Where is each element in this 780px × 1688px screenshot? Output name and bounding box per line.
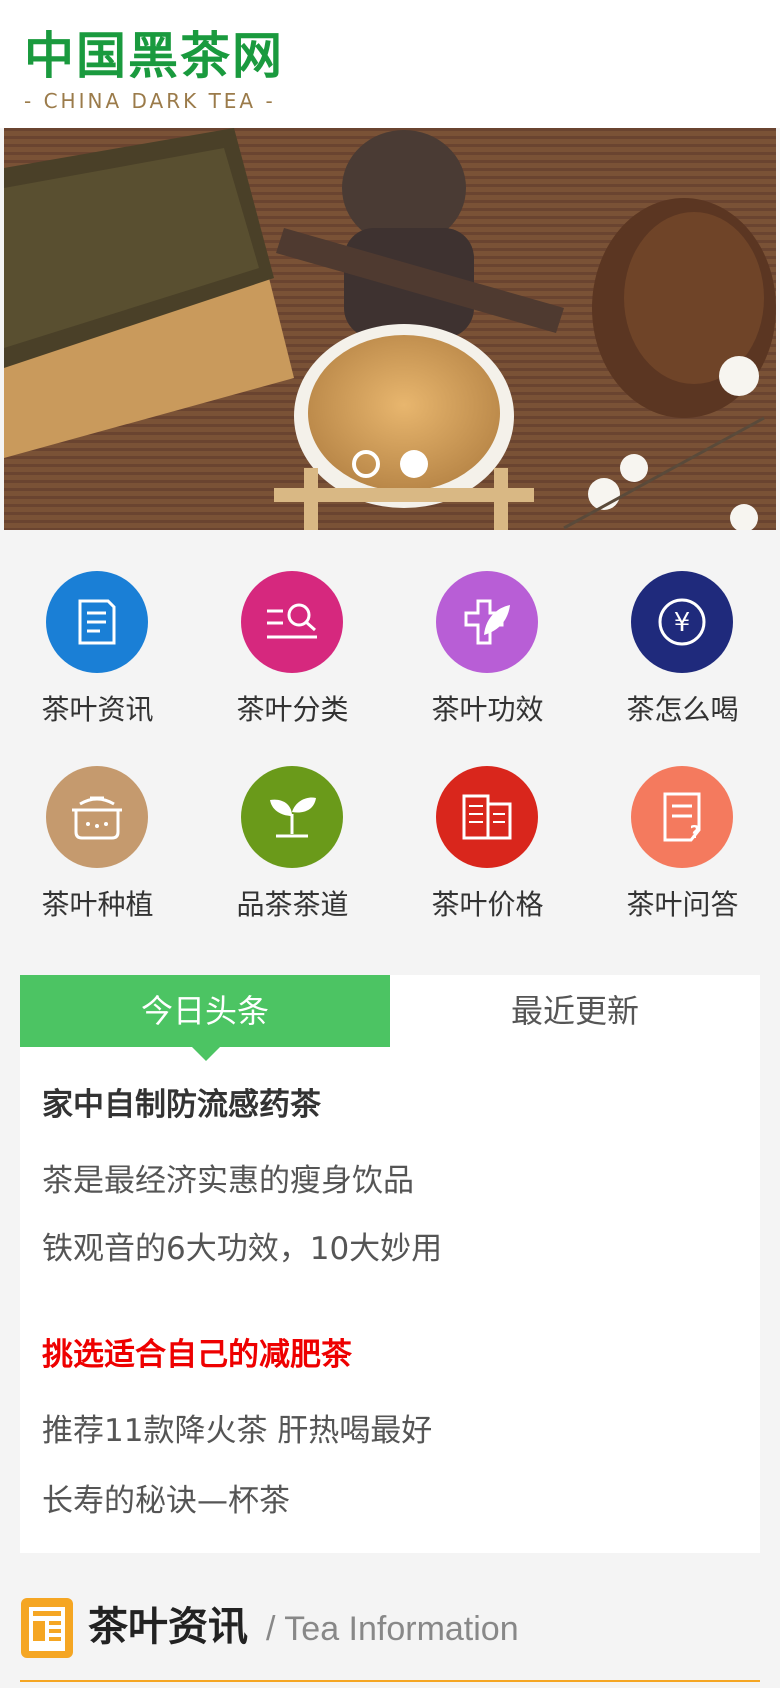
news-item[interactable]: 推荐11款降火茶 肝热喝最好 <box>42 1411 742 1451</box>
list-search-icon <box>241 571 343 673</box>
nav-item-tea-effect[interactable]: 茶叶功效 <box>390 555 585 750</box>
nav-label: 茶叶功效 <box>431 693 544 726</box>
site-logo[interactable]: 中国黑茶网 - CHINA DARK TEA - <box>24 28 324 114</box>
svg-text:?: ? <box>690 822 700 843</box>
sprout-icon <box>241 766 343 868</box>
news-item[interactable]: 铁观音的6大功效，10大妙用 <box>42 1229 742 1269</box>
nav-item-how-to-drink[interactable]: ¥ 茶怎么喝 <box>585 555 780 750</box>
yuan-icon: ¥ <box>631 571 733 673</box>
category-nav-grid: 茶叶资讯 茶叶分类 茶叶功效 ¥ 茶怎么喝 茶叶种植 品茶茶道 茶叶价格 ? 茶… <box>0 555 780 945</box>
header: 中国黑茶网 - CHINA DARK TEA - <box>0 0 780 128</box>
carousel-dot-2[interactable] <box>400 450 428 478</box>
nav-label: 茶叶问答 <box>626 888 739 921</box>
tab-recent-updates[interactable]: 最近更新 <box>390 975 760 1047</box>
nav-label: 茶叶价格 <box>431 888 544 921</box>
nav-item-tea-price[interactable]: 茶叶价格 <box>390 750 585 945</box>
banner-image <box>4 128 776 530</box>
nav-item-tea-qa[interactable]: ? 茶叶问答 <box>585 750 780 945</box>
news-tabs: 今日头条 最近更新 <box>20 975 760 1061</box>
section-title-en: / Tea Information <box>266 1610 519 1648</box>
section-title-cn: 茶叶资讯 <box>88 1604 248 1650</box>
news-icon <box>20 1597 74 1659</box>
pot-icon <box>46 766 148 868</box>
banner-carousel[interactable] <box>4 128 776 530</box>
news-headline-highlight[interactable]: 挑选适合自己的减肥茶 <box>42 1335 742 1375</box>
news-item[interactable]: 长寿的秘诀—杯茶 <box>42 1481 742 1521</box>
section-divider <box>20 1680 760 1682</box>
document-icon <box>46 571 148 673</box>
logo-text-en: - CHINA DARK TEA - <box>24 89 276 113</box>
building-icon <box>436 766 538 868</box>
logo-text-cn: 中国黑茶网 <box>24 27 284 85</box>
nav-label: 品茶茶道 <box>236 888 349 921</box>
news-headline[interactable]: 家中自制防流感药茶 <box>42 1085 742 1125</box>
news-panel: 今日头条 最近更新 家中自制防流感药茶 茶是最经济实惠的瘦身饮品 铁观音的6大功… <box>20 975 760 1553</box>
nav-item-tea-news[interactable]: 茶叶资讯 <box>0 555 195 750</box>
nav-label: 茶叶分类 <box>236 693 349 726</box>
page: 中国黑茶网 - CHINA DARK TEA - 茶叶资讯 茶叶分类 茶叶功效 … <box>0 0 780 1688</box>
nav-item-tea-ceremony[interactable]: 品茶茶道 <box>195 750 390 945</box>
nav-label: 茶怎么喝 <box>626 693 739 726</box>
nav-item-tea-planting[interactable]: 茶叶种植 <box>0 750 195 945</box>
nav-label: 茶叶种植 <box>41 888 154 921</box>
section-header-tea-info: 茶叶资讯 / Tea Information <box>20 1595 760 1665</box>
nav-item-tea-category[interactable]: 茶叶分类 <box>195 555 390 750</box>
carousel-dot-1[interactable] <box>352 450 380 478</box>
svg-text:¥: ¥ <box>674 608 691 638</box>
tab-today-headlines[interactable]: 今日头条 <box>20 975 390 1061</box>
nav-label: 茶叶资讯 <box>41 693 154 726</box>
leaf-cross-icon <box>436 571 538 673</box>
question-doc-icon: ? <box>631 766 733 868</box>
news-item[interactable]: 茶是最经济实惠的瘦身饮品 <box>42 1161 742 1201</box>
